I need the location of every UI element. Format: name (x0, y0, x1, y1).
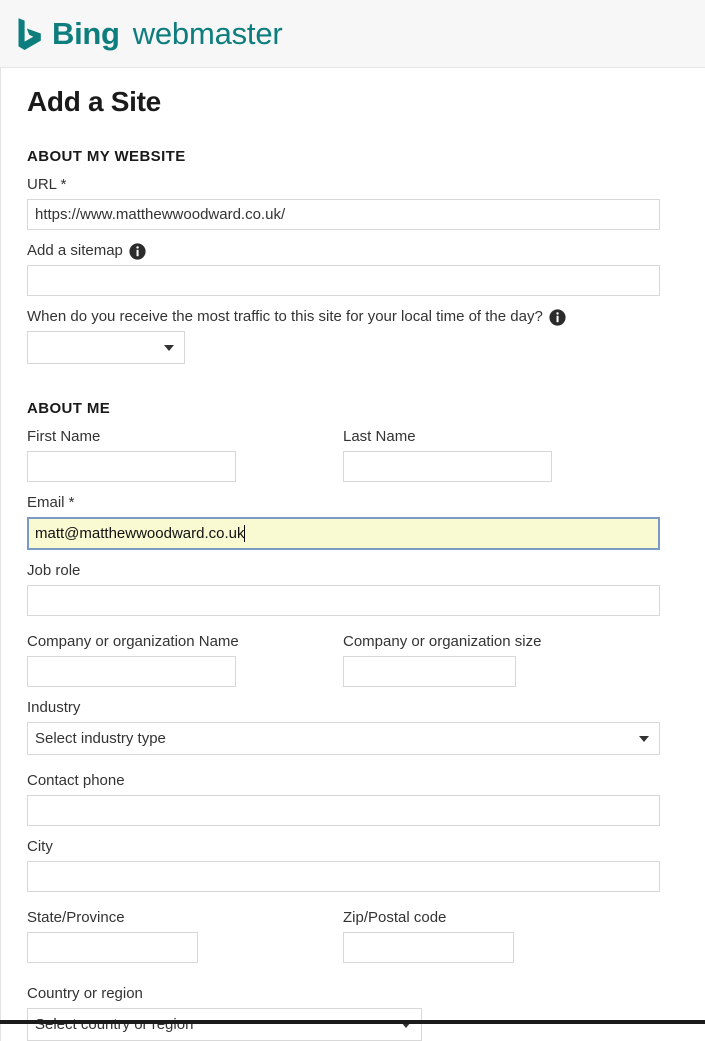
field-job-role: Job role (27, 561, 660, 616)
url-label: URL * (27, 176, 67, 193)
industry-select-wrap: Select industry type (27, 722, 660, 755)
job-role-input[interactable] (27, 585, 660, 616)
email-input[interactable]: matt@matthewwoodward.co.uk (27, 517, 660, 550)
zip-postal-input[interactable] (343, 932, 514, 963)
brand-name: Bing (52, 16, 120, 51)
bing-webmaster-logo[interactable]: Bing webmaster (17, 17, 283, 51)
city-input[interactable] (27, 861, 660, 892)
first-name-input[interactable] (27, 451, 236, 482)
zip-postal-label: Zip/Postal code (343, 909, 447, 926)
field-first-name: First Name (27, 427, 343, 482)
text-cursor (244, 525, 246, 542)
page-title: Add a Site (27, 86, 161, 117)
sitemap-label-row: Add a sitemap (27, 241, 658, 261)
country-region-select[interactable]: Select country or region (27, 1008, 422, 1041)
field-zip-postal: Zip/Postal code (343, 908, 660, 963)
site-header: Bing webmaster (0, 0, 705, 68)
form-content: Add a Site ABOUT MY WEBSITE URL * Add a … (1, 68, 704, 1041)
field-last-name: Last Name (343, 427, 660, 482)
sitemap-label: Add a sitemap (27, 242, 123, 259)
contact-phone-input[interactable] (27, 795, 660, 826)
field-email: Email * matt@matthewwoodward.co.uk (27, 493, 660, 550)
section-heading-about-me: ABOUT ME (27, 400, 111, 417)
email-value: matt@matthewwoodward.co.uk (35, 525, 245, 542)
field-state-province: State/Province (27, 908, 343, 963)
first-name-label: First Name (27, 428, 101, 445)
last-name-input[interactable] (343, 451, 552, 482)
info-icon[interactable] (129, 242, 146, 260)
traffic-time-label: When do you receive the most traffic to … (27, 308, 543, 325)
company-size-input[interactable] (343, 656, 516, 687)
country-select-wrap: Select country or region (27, 1008, 422, 1041)
company-name-label: Company or organization Name (27, 633, 239, 650)
brand-subtitle: webmaster (132, 16, 283, 51)
field-sitemap: Add a sitemap (27, 241, 660, 296)
field-contact-phone: Contact phone (27, 771, 660, 826)
country-region-label: Country or region (27, 985, 143, 1002)
row-name: First Name Last Name (27, 427, 658, 482)
company-name-input[interactable] (27, 656, 236, 687)
state-province-label: State/Province (27, 909, 125, 926)
company-size-label: Company or organization size (343, 633, 542, 650)
industry-select[interactable]: Select industry type (27, 722, 660, 755)
field-traffic-time: When do you receive the most traffic to … (27, 307, 658, 369)
bing-b-logo-icon (18, 17, 41, 50)
last-name-label: Last Name (343, 428, 416, 445)
state-province-input[interactable] (27, 932, 198, 963)
traffic-time-select-wrap (27, 331, 185, 364)
section-heading-about-my-website: ABOUT MY WEBSITE (27, 148, 186, 165)
city-label: City (27, 838, 53, 855)
contact-phone-label: Contact phone (27, 772, 125, 789)
email-label: Email * (27, 494, 75, 511)
window-bottom-bar (0, 1020, 705, 1024)
row-state-zip: State/Province Zip/Postal code (27, 908, 658, 963)
traffic-time-select[interactable] (27, 331, 185, 364)
industry-label: Industry (27, 699, 81, 716)
field-url: URL * (27, 175, 660, 230)
sitemap-input[interactable] (27, 265, 660, 296)
row-company: Company or organization Name Company or … (27, 632, 658, 687)
info-icon[interactable] (549, 308, 566, 326)
job-role-label: Job role (27, 562, 81, 579)
field-country-region: Country or region Select country or regi… (27, 984, 658, 1041)
traffic-label-row: When do you receive the most traffic to … (27, 307, 658, 327)
field-industry: Industry Select industry type (27, 698, 660, 755)
page-frame: Add a Site ABOUT MY WEBSITE URL * Add a … (0, 68, 705, 1041)
field-city: City (27, 837, 660, 892)
field-company-size: Company or organization size (343, 632, 660, 687)
field-company-name: Company or organization Name (27, 632, 343, 687)
url-input[interactable] (27, 199, 660, 230)
